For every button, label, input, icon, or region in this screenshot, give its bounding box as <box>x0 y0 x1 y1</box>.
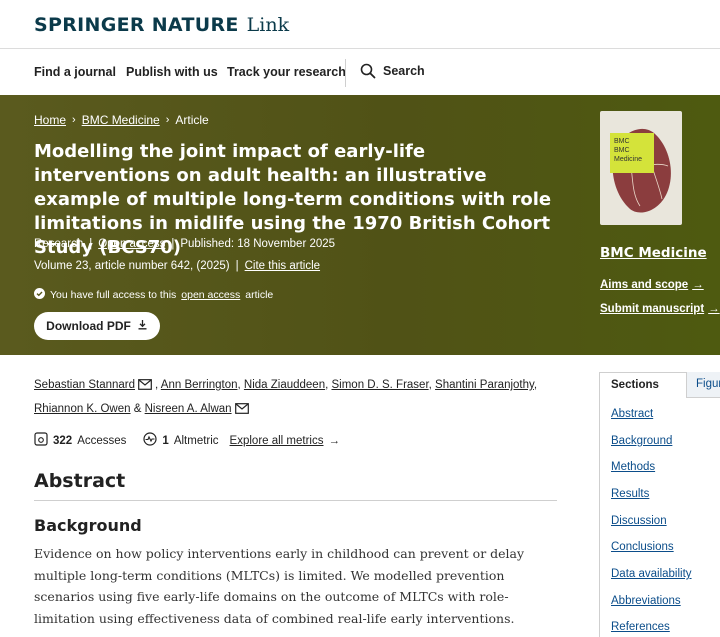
journal-cover[interactable]: BMC BMC Medicine <box>600 111 682 225</box>
access-notice: You have full access to this open access… <box>34 288 273 302</box>
cover-title: BMC Medicine <box>614 147 643 163</box>
nav-publish-with-us[interactable]: Publish with us <box>126 65 218 79</box>
author-link[interactable]: Rhiannon K. Owen <box>34 403 131 415</box>
author-link[interactable]: Nida Ziauddeen <box>244 379 325 391</box>
breadcrumb-home[interactable]: Home <box>34 113 66 127</box>
accesses-count: 322 <box>53 434 73 447</box>
check-circle-icon <box>34 288 45 302</box>
download-icon <box>137 319 148 333</box>
author-link[interactable]: Sebastian Stannard <box>34 379 135 391</box>
nav-track-research[interactable]: Track your research <box>227 65 346 79</box>
tab-sections[interactable]: Sections <box>599 372 687 398</box>
nav-find-journal[interactable]: Find a journal <box>34 65 116 79</box>
published-date: Published: 18 November 2025 <box>180 238 336 250</box>
logo-link-text: Link <box>246 14 290 36</box>
section-link-abbreviations[interactable]: Abbreviations <box>611 595 681 607</box>
email-icon[interactable] <box>234 400 249 422</box>
volume-info: Volume 23, article number 642, (2025) <box>34 260 230 272</box>
accesses-label: Accesses <box>77 434 127 447</box>
submit-manuscript-link[interactable]: Submit manuscript → <box>600 303 720 315</box>
article-type: Research <box>34 238 84 250</box>
accesses-icon <box>34 432 48 449</box>
article-meta-line: Research | Open access | Published: 18 Novem… <box>34 238 336 250</box>
article-volume-line: Volume 23, article number 642, (2025) | Ci… <box>34 260 321 272</box>
author-link[interactable]: Nisreen A. Alwan <box>145 403 232 415</box>
author-link[interactable]: Simon D. S. Fraser <box>332 379 429 391</box>
submit-manuscript-label: Submit manuscript <box>600 303 705 315</box>
section-link-references[interactable]: References <box>611 621 670 633</box>
email-icon[interactable] <box>138 376 152 398</box>
breadcrumb-journal[interactable]: BMC Medicine <box>82 113 160 127</box>
top-bar: SPRINGER NATURE Link <box>0 0 720 49</box>
background-text: Evidence on how policy interventions ear… <box>34 546 525 626</box>
article-hero: Home › BMC Medicine › Article Modelling … <box>0 95 720 355</box>
altmetric-icon <box>143 432 158 449</box>
cover-badge: BMC BMC Medicine <box>610 133 654 173</box>
arrow-right-icon: → <box>692 279 704 291</box>
nav-divider <box>345 59 346 87</box>
cover-brand: BMC <box>614 138 630 145</box>
journal-name-link[interactable]: BMC Medicine <box>600 245 707 261</box>
breadcrumb-separator: › <box>165 114 170 126</box>
article-metrics: 322 Accesses 1 Altmetric Explore all met… <box>34 432 340 449</box>
tab-figures[interactable]: Figures <box>687 372 720 398</box>
springer-nature-link-logo[interactable]: SPRINGER NATURE Link <box>34 14 289 36</box>
section-link-background[interactable]: Background <box>611 435 672 447</box>
explore-metrics-label: Explore all metrics <box>229 434 324 447</box>
section-link-abstract[interactable]: Abstract <box>611 408 653 420</box>
main-nav: Find a journal Publish with us Track you… <box>0 49 720 95</box>
download-pdf-button[interactable]: Download PDF <box>34 312 160 340</box>
breadcrumb-current: Article <box>175 113 209 127</box>
download-label: Download PDF <box>46 319 131 333</box>
section-link-methods[interactable]: Methods <box>611 461 655 473</box>
breadcrumb: Home › BMC Medicine › Article <box>34 113 209 127</box>
author-list: Sebastian Stannard, Ann Berrington, Nida… <box>34 374 554 422</box>
open-access-link[interactable]: Open access <box>98 238 165 250</box>
section-link-results[interactable]: Results <box>611 488 649 500</box>
explore-metrics-link[interactable]: Explore all metrics <box>230 435 324 447</box>
access-open-access-link[interactable]: open access <box>181 289 240 301</box>
author-link[interactable]: Ann Berrington <box>161 379 238 391</box>
author-ampersand: & <box>133 403 142 415</box>
access-prefix: You have full access to this <box>50 289 177 301</box>
cite-article-link[interactable]: Cite this article <box>245 260 320 272</box>
arrow-right-icon: → <box>708 303 720 315</box>
author-link[interactable]: Shantini Paranjothy <box>435 379 534 391</box>
section-link-data-availability[interactable]: Data availability <box>611 568 692 580</box>
search-label: Search <box>383 64 425 78</box>
abstract-heading: Abstract <box>34 470 126 492</box>
arrow-right-icon: → <box>328 434 341 447</box>
aims-scope-link[interactable]: Aims and scope → <box>600 279 704 291</box>
sections-list: Abstract Background Methods Results Disc… <box>599 398 720 637</box>
abstract-divider <box>34 500 557 501</box>
background-heading: Background <box>34 516 142 535</box>
logo-main-text: SPRINGER NATURE <box>34 14 239 36</box>
sidebar-tabs: Sections Figures <box>599 372 720 398</box>
aims-scope-label: Aims and scope <box>600 279 689 291</box>
altmetric-count: 1 <box>162 434 169 447</box>
section-link-conclusions[interactable]: Conclusions <box>611 541 674 553</box>
search-button[interactable]: Search <box>360 63 425 79</box>
access-suffix: article <box>245 289 274 301</box>
altmetric-label: Altmetric <box>173 434 219 447</box>
breadcrumb-separator: › <box>72 114 76 126</box>
section-link-discussion[interactable]: Discussion <box>611 515 667 527</box>
search-icon <box>360 63 376 79</box>
